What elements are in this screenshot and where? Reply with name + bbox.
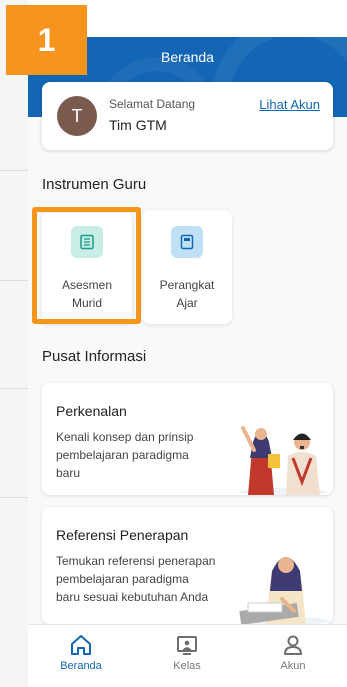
classroom-icon: [177, 636, 197, 655]
info-desc-line: Kenali konsep dan prinsip: [56, 430, 194, 444]
info-desc-line: Temukan referensi penerapan: [56, 554, 216, 568]
view-account-link[interactable]: Lihat Akun: [259, 97, 320, 112]
teachers-illustration: [239, 426, 327, 495]
section-title-pusat: Pusat Informasi: [42, 348, 147, 365]
woman-writing-illustration: [239, 557, 330, 624]
nav-label: Kelas: [173, 660, 201, 672]
info-desc-line: baru: [56, 466, 81, 480]
divider: [0, 497, 28, 498]
section-title-instrumen: Instrumen Guru: [42, 176, 147, 193]
bottom-nav: Beranda Kelas Akun: [28, 624, 347, 687]
info-card-desc: Temukan referensi penerapan pembelajaran…: [56, 552, 232, 606]
divider: [0, 280, 28, 281]
tool-label-line: Perangkat: [159, 278, 215, 292]
tool-label-line: Ajar: [176, 296, 198, 310]
nav-label: Akun: [280, 660, 306, 672]
avatar[interactable]: T: [57, 96, 97, 136]
user-name: Tim GTM: [109, 117, 167, 133]
info-desc-line: baru sesuai kebutuhan Anda: [56, 590, 209, 604]
app-screen: Beranda T Selamat Datang Tim GTM Lihat A…: [28, 0, 347, 687]
info-card-title: Perkenalan: [56, 403, 127, 419]
info-card-perkenalan[interactable]: Perkenalan Kenali konsep dan prinsip pem…: [42, 383, 333, 495]
nav-label: Beranda: [60, 660, 102, 672]
divider: [0, 170, 28, 171]
home-icon: [71, 635, 91, 655]
background-panel: [0, 0, 29, 687]
highlight-box: [32, 207, 141, 324]
info-card-title: Referensi Penerapan: [56, 527, 189, 543]
info-card-desc: Kenali konsep dan prinsip pembelajaran p…: [56, 428, 232, 482]
divider: [0, 388, 28, 389]
tool-card-perangkat[interactable]: Perangkat Ajar: [142, 210, 232, 324]
step-badge: 1: [6, 5, 87, 75]
welcome-card: T Selamat Datang Tim GTM Lihat Akun: [42, 82, 333, 150]
nav-item-akun[interactable]: Akun: [240, 625, 346, 687]
book-icon: [171, 226, 203, 258]
nav-item-beranda[interactable]: Beranda: [28, 625, 134, 687]
nav-item-kelas[interactable]: Kelas: [134, 625, 240, 687]
user-icon: [284, 635, 302, 655]
info-card-referensi[interactable]: Referensi Penerapan Temukan referensi pe…: [42, 507, 333, 624]
info-desc-line: pembelajaran paradigma: [56, 572, 189, 586]
greeting-text: Selamat Datang: [109, 97, 196, 111]
tool-label: Perangkat Ajar: [142, 276, 232, 312]
info-desc-line: pembelajaran paradigma: [56, 448, 189, 462]
